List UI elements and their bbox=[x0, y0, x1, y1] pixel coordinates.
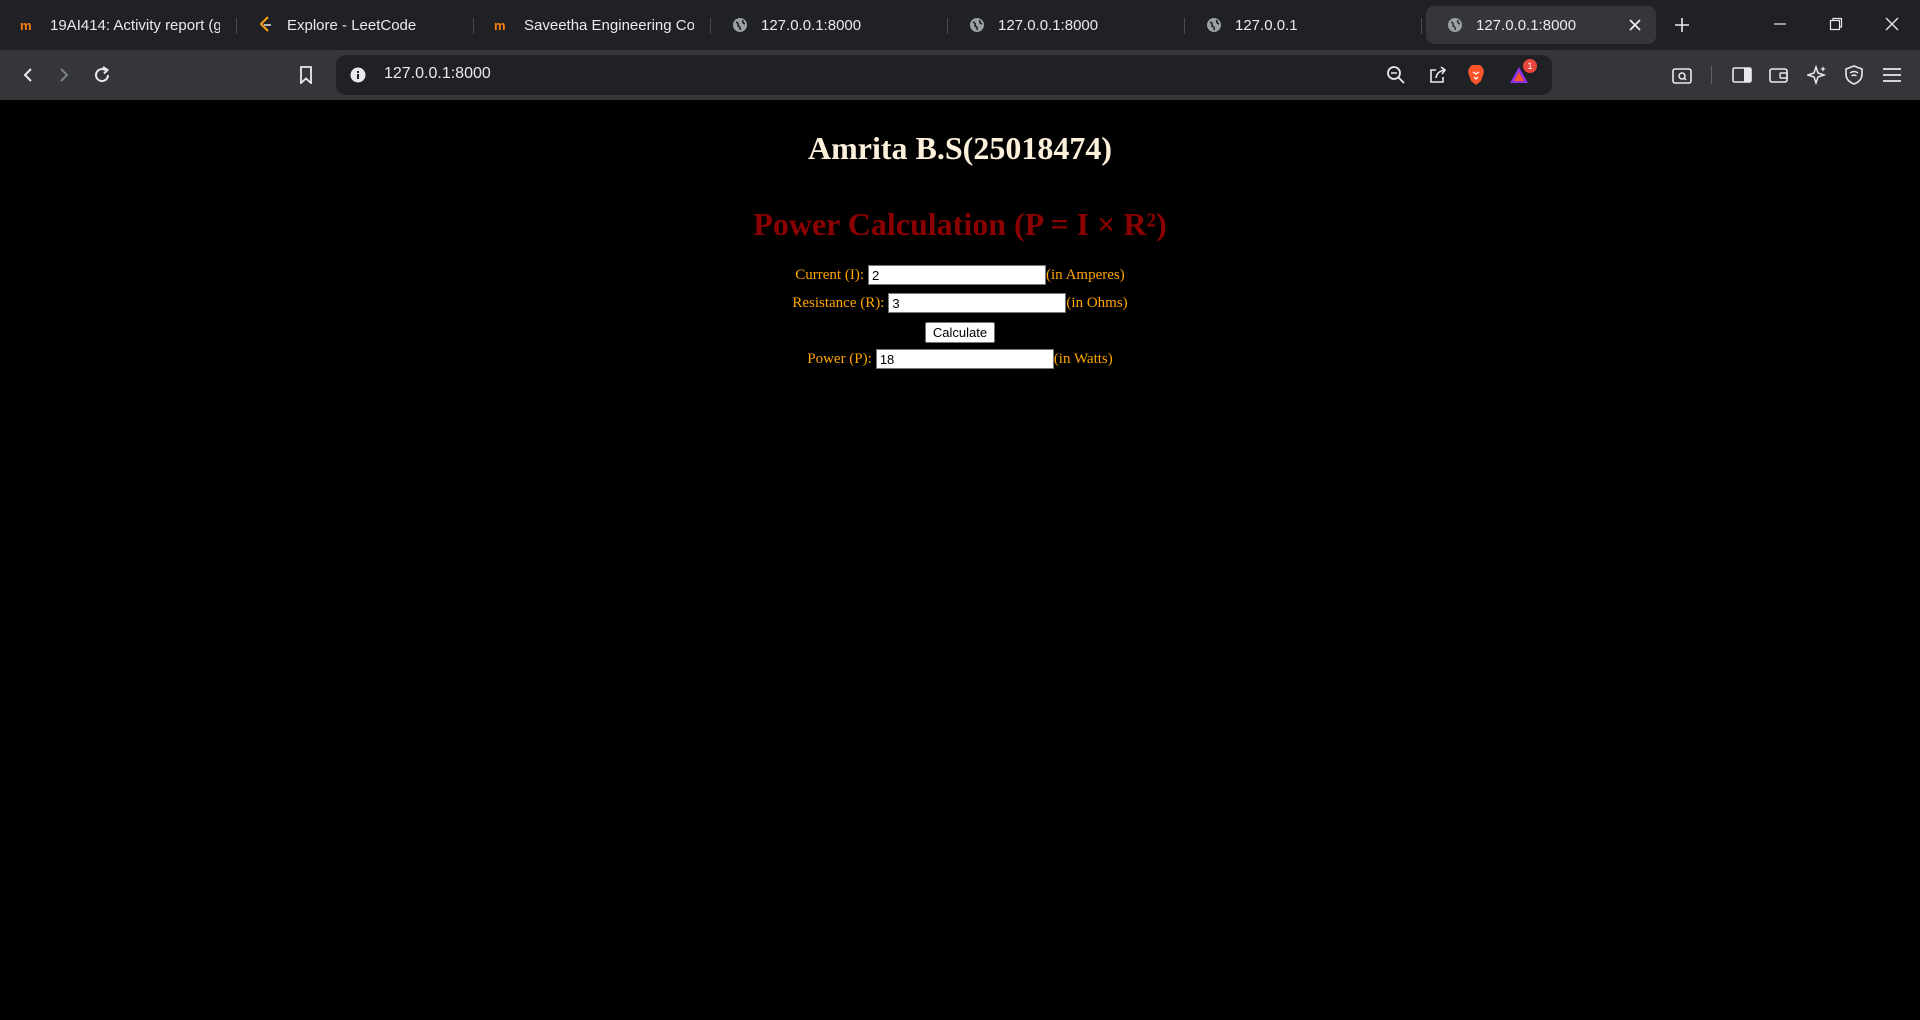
brave-shields-icon[interactable] bbox=[1466, 65, 1486, 85]
new-tab-button[interactable] bbox=[1664, 7, 1700, 43]
menu-button[interactable] bbox=[1874, 57, 1910, 93]
tab-title: 127.0.0.1 bbox=[1235, 16, 1298, 34]
calculate-button[interactable]: Calculate bbox=[924, 322, 996, 343]
power-unit: (in Watts) bbox=[1053, 350, 1113, 367]
reader-icon bbox=[1672, 68, 1692, 84]
address-bar[interactable]: 127.0.0.1:8000 1 bbox=[336, 55, 1552, 95]
current-unit: (in Amperes) bbox=[1046, 266, 1125, 283]
power-row: Power (P): (in Watts) bbox=[0, 349, 1920, 369]
minimize-icon bbox=[1774, 23, 1786, 25]
tab-localhost-1[interactable]: 127.0.0.1:8000 bbox=[711, 5, 948, 45]
resistance-unit: (in Ohms) bbox=[1066, 294, 1128, 311]
bookmark-icon bbox=[300, 66, 312, 84]
share-icon[interactable] bbox=[1428, 65, 1448, 85]
wallet-icon bbox=[1769, 68, 1788, 83]
svg-text:m: m bbox=[494, 18, 506, 32]
restore-icon bbox=[1829, 17, 1843, 31]
tab-localhost-2[interactable]: 127.0.0.1:8000 bbox=[948, 5, 1185, 45]
tab-title: 127.0.0.1:8000 bbox=[761, 16, 862, 34]
sidebar-button[interactable] bbox=[1724, 57, 1760, 93]
tab-title: 127.0.0.1:8000 bbox=[998, 16, 1099, 34]
current-label: Current (I): bbox=[795, 266, 864, 283]
restore-button[interactable] bbox=[1808, 0, 1864, 48]
reader-mode-button[interactable] bbox=[1664, 57, 1700, 93]
forward-arrow-icon bbox=[60, 68, 69, 82]
tab-localhost-active[interactable]: 127.0.0.1:8000 bbox=[1426, 6, 1656, 44]
info-icon[interactable] bbox=[348, 65, 368, 85]
tab-saveetha[interactable]: m Saveetha Engineering Coll bbox=[474, 5, 711, 45]
calculation-title: Power Calculation (P = I × R²) bbox=[753, 206, 1167, 242]
window-controls bbox=[1752, 0, 1920, 48]
address-text[interactable]: 127.0.0.1:8000 bbox=[384, 65, 491, 83]
leetcode-icon bbox=[257, 16, 275, 34]
brave-rewards-icon[interactable]: 1 bbox=[1509, 59, 1537, 85]
toolbar-divider bbox=[1711, 66, 1712, 84]
reload-button[interactable] bbox=[84, 57, 120, 93]
power-label: Power (P): bbox=[807, 350, 872, 367]
forward-button[interactable] bbox=[46, 57, 82, 93]
globe-icon bbox=[1446, 16, 1464, 34]
calculate-row: Calculate bbox=[0, 322, 1920, 343]
hamburger-menu-icon bbox=[1883, 68, 1901, 82]
tab-activity-report[interactable]: m 19AI414: Activity report (g bbox=[0, 5, 237, 45]
tab-title: 19AI414: Activity report (g bbox=[50, 16, 220, 34]
moodle-icon: m bbox=[20, 16, 38, 34]
tab-strip: m 19AI414: Activity report (g Explore - … bbox=[0, 0, 1920, 50]
resistance-label: Resistance (R): bbox=[792, 294, 885, 311]
close-icon bbox=[1885, 17, 1899, 31]
bookmark-button[interactable] bbox=[288, 57, 324, 93]
tab-title: Saveetha Engineering Coll bbox=[524, 16, 694, 34]
back-arrow-icon bbox=[23, 68, 32, 82]
svg-text:m: m bbox=[20, 18, 32, 32]
resistance-row: Resistance (R): (in Ohms) bbox=[0, 293, 1920, 313]
close-window-button[interactable] bbox=[1864, 0, 1920, 48]
current-row: Current (I): (in Amperes) bbox=[0, 265, 1920, 285]
sidebar-icon bbox=[1732, 67, 1752, 83]
globe-icon bbox=[968, 16, 986, 34]
moodle-icon: m bbox=[494, 16, 512, 34]
close-tab-icon[interactable] bbox=[1626, 16, 1644, 34]
tab-leetcode[interactable]: Explore - LeetCode bbox=[237, 5, 474, 45]
author-heading: Amrita B.S(25018474) bbox=[808, 130, 1112, 166]
sparkle-icon bbox=[1807, 65, 1827, 85]
power-output[interactable] bbox=[875, 349, 1054, 369]
wallet-button[interactable] bbox=[1761, 57, 1797, 93]
zoom-icon[interactable] bbox=[1386, 65, 1406, 85]
resistance-input[interactable] bbox=[888, 293, 1067, 313]
reload-icon bbox=[95, 66, 110, 83]
globe-icon bbox=[1205, 16, 1223, 34]
page-content: Amrita B.S(25018474) Power Calculation (… bbox=[0, 100, 1920, 1020]
globe-icon bbox=[731, 16, 749, 34]
browser-toolbar: 127.0.0.1:8000 1 bbox=[0, 50, 1920, 100]
tab-title: 127.0.0.1:8000 bbox=[1476, 16, 1577, 34]
leo-ai-button[interactable] bbox=[1799, 57, 1835, 93]
back-button[interactable] bbox=[10, 57, 46, 93]
vpn-button[interactable] bbox=[1836, 57, 1872, 93]
tab-title: Explore - LeetCode bbox=[287, 16, 417, 34]
minimize-button[interactable] bbox=[1752, 0, 1808, 48]
tab-localhost-3[interactable]: 127.0.0.1 bbox=[1185, 5, 1422, 45]
plus-icon bbox=[1675, 18, 1689, 32]
vpn-shield-icon bbox=[1845, 65, 1863, 85]
rewards-badge: 1 bbox=[1523, 59, 1537, 73]
current-input[interactable] bbox=[868, 265, 1046, 285]
